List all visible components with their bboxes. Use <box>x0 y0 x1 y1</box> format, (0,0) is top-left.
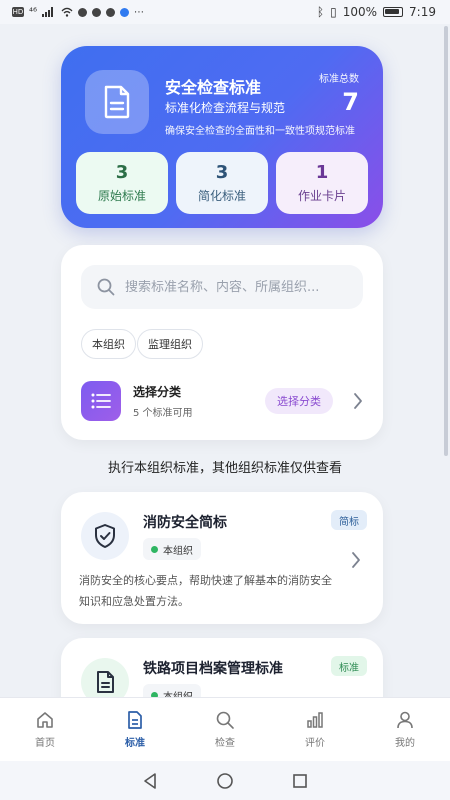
bluetooth-icon: ᛒ <box>316 5 325 19</box>
vibrate-icon: ▯ <box>330 5 337 19</box>
stat-simplified-standards[interactable]: 3 简化标准 <box>176 152 268 214</box>
standard-card[interactable]: 消防安全简标 本组织 简标 消防安全的核心要点，帮助快速了解基本的消防安全知识和… <box>61 492 383 624</box>
nav-label: 评价 <box>305 738 325 749</box>
stat-job-cards[interactable]: 1 作业卡片 <box>276 152 368 214</box>
chevron-right-icon <box>354 393 362 409</box>
search-icon <box>216 711 234 729</box>
back-icon[interactable] <box>142 772 158 790</box>
hero-subtitle: 标准化检查流程与规范 <box>165 101 286 115</box>
status-bar: HD ⁴⁶ ⋯ ᛒ ▯ 100% 7:19 <box>0 0 450 24</box>
status-dot <box>151 545 158 553</box>
nav-inspection[interactable]: 检查 <box>180 698 270 761</box>
chip-own-org[interactable]: 本组织 <box>81 329 136 359</box>
stat-value: 1 <box>315 162 329 183</box>
standard-type-badge: 简标 <box>331 510 367 530</box>
status-icons-right: ᛒ ▯ 100% 7:19 <box>317 5 436 19</box>
stat-label: 简化标准 <box>197 189 246 203</box>
standard-title: 铁路项目档案管理标准 <box>143 661 283 677</box>
nav-standards[interactable]: 标准 <box>90 698 180 761</box>
stat-value: 3 <box>115 162 129 183</box>
org-label: 本组织 <box>163 545 193 557</box>
battery-icon <box>383 7 404 17</box>
chevron-right-icon <box>352 552 360 568</box>
app-notification-icon <box>92 7 102 17</box>
status-icons-left: HD ⁴⁶ ⋯ <box>12 7 144 18</box>
total-value: 7 <box>342 88 359 116</box>
more-notifications-icon: ⋯ <box>134 6 145 18</box>
nav-evaluation[interactable]: 评价 <box>270 698 360 761</box>
chip-supervision-org[interactable]: 监理组织 <box>137 329 203 359</box>
user-icon <box>397 711 413 729</box>
nav-home[interactable]: 首页 <box>0 698 90 761</box>
battery-percent: 100% <box>342 5 378 19</box>
signal-icon <box>42 7 54 17</box>
notice-text: 执行本组织标准，其他组织标准仅供查看 <box>107 461 342 476</box>
signal-label: ⁴⁶ <box>29 6 38 18</box>
search-icon <box>97 278 115 296</box>
system-nav-bar <box>0 761 450 800</box>
chart-icon <box>307 712 323 728</box>
nav-label: 检查 <box>215 738 235 749</box>
stat-value: 3 <box>215 162 229 183</box>
nav-label: 首页 <box>35 738 55 749</box>
wifi-icon <box>61 7 73 17</box>
home-circle-icon[interactable] <box>216 772 234 790</box>
hero-title: 安全检查标准 <box>165 78 262 97</box>
nav-label: 标准 <box>125 738 145 749</box>
org-tag: 本组织 <box>143 538 201 560</box>
document-icon <box>85 70 149 134</box>
category-count: 5 个标准可用 <box>133 408 193 419</box>
stat-original-standards[interactable]: 3 原始标准 <box>76 152 168 214</box>
stat-label: 作业卡片 <box>297 189 346 203</box>
filter-card: 本组织 监理组织 选择分类 5 个标准可用 选择分类 <box>61 245 383 440</box>
standard-description: 消防安全的核心要点，帮助快速了解基本的消防安全知识和应急处置方法。 <box>79 574 332 608</box>
scrollbar[interactable] <box>444 26 448 456</box>
standard-type-badge: 标准 <box>331 656 367 676</box>
stat-label: 原始标准 <box>97 189 146 203</box>
hero-card: 安全检查标准 标准化检查流程与规范 确保安全检查的全面性和一致性项规范标准 标准… <box>61 46 383 228</box>
message-icon <box>106 7 116 17</box>
hd-indicator: HD <box>12 7 24 17</box>
search-input[interactable] <box>125 279 355 295</box>
hero-description: 确保安全检查的全面性和一致性项规范标准 <box>165 126 355 137</box>
list-icon <box>81 381 121 421</box>
shield-check-icon <box>81 512 129 560</box>
bottom-nav: 首页 标准 检查 评价 我的 <box>0 697 450 761</box>
document-icon <box>128 711 142 729</box>
total-label: 标准总数 <box>319 74 359 85</box>
home-icon <box>37 712 53 728</box>
select-category-button[interactable]: 选择分类 <box>265 388 333 414</box>
category-title: 选择分类 <box>133 385 182 399</box>
category-selector[interactable]: 选择分类 5 个标准可用 选择分类 <box>81 381 363 421</box>
nav-label: 我的 <box>395 738 415 749</box>
app-notification-icon <box>120 7 130 17</box>
clock: 7:19 <box>409 5 436 19</box>
standard-title: 消防安全简标 <box>143 515 227 531</box>
search-box[interactable] <box>81 265 363 309</box>
app-notification-icon <box>78 7 88 17</box>
recents-icon[interactable] <box>292 773 308 789</box>
nav-profile[interactable]: 我的 <box>360 698 450 761</box>
